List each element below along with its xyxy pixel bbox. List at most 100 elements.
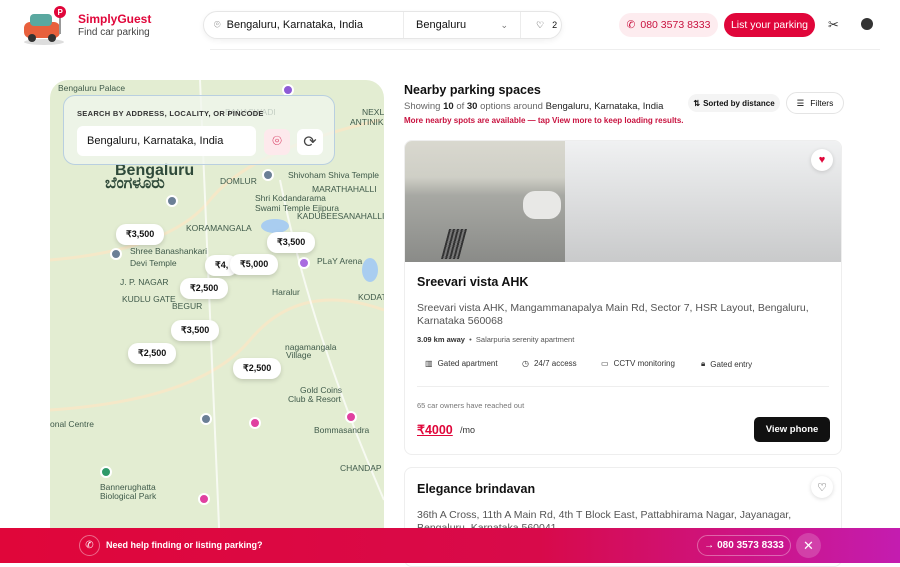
map-place-label: Bommasandra (314, 425, 370, 435)
phone-button[interactable]: ✆ 080 3573 8333 (619, 13, 718, 37)
price-marker[interactable]: ₹5,000 (230, 254, 279, 275)
phone-number: 080 3573 8333 (640, 19, 711, 31)
listing-title[interactable]: Elegance brindavan (417, 482, 535, 496)
price-marker[interactable]: ₹2,500 (233, 358, 282, 379)
feature-cctv: ▭ CCTV monitoring (601, 359, 675, 368)
listing-photo-placeholder (565, 141, 841, 262)
map-place-label: BEGUR (172, 301, 203, 311)
city-value: Bengaluru (416, 19, 467, 31)
map-place-label: KUDLU GATE (122, 294, 176, 304)
listing-photo[interactable] (405, 141, 565, 262)
filters-button[interactable]: ☰ Filters (786, 92, 844, 114)
price-period: /mo (460, 425, 476, 435)
clock-icon: ◷ (522, 359, 529, 368)
map-place-label: Village (286, 350, 312, 360)
header-divider (210, 49, 880, 50)
price-marker[interactable]: ₹2,500 (180, 278, 229, 299)
refresh-button[interactable]: ⟳ (297, 129, 323, 155)
help-bar: ✆ Need help finding or listing parking? … (0, 528, 900, 563)
parking-marker-icon[interactable] (345, 411, 357, 423)
building-icon: ▥ (425, 359, 433, 368)
header: P SimplyGuest Find car parking ⌾ Bengalur… (0, 0, 900, 50)
brand-name[interactable]: SimplyGuest (78, 12, 151, 26)
location-pin-icon: ⌾ (214, 18, 221, 31)
header-search: ⌾ Bengaluru, Karnataka, India Bengaluru ⌄ … (203, 11, 562, 39)
price-marker[interactable]: ₹2,500 (128, 343, 177, 364)
more-results-notice: More nearby spots are available — tap Vi… (404, 116, 684, 125)
view-phone-button[interactable]: View phone (754, 417, 830, 442)
results-title: Nearby parking spaces (404, 83, 541, 97)
lock-icon: 🔒︎ (701, 359, 706, 368)
brand-tagline: Find car parking (78, 27, 150, 38)
map-place-label: Biological Park (100, 491, 157, 501)
parking-marker-icon[interactable] (249, 417, 261, 429)
feature-gated-entry: 🔒︎ Gated entry (701, 359, 753, 369)
reach-count: 65 car owners have reached out (417, 401, 525, 410)
temple-marker-icon[interactable] (262, 169, 274, 181)
phone-icon: ✆ (79, 535, 100, 556)
map-place-label: J. P. NAGAR (120, 277, 169, 287)
heart-icon: ♡ (536, 19, 545, 30)
map-search-panel: SEARCH BY ADDRESS, LOCALITY, OR PINCODE … (63, 95, 335, 165)
map-place-label: PLaY Arena (317, 256, 363, 266)
locate-button[interactable]: ⌾ (264, 129, 290, 155)
location-input[interactable]: ⌾ Bengaluru, Karnataka, India (204, 12, 404, 38)
card-divider (417, 386, 829, 387)
favorite-button-heart-icon[interactable]: ♡ (811, 476, 833, 498)
sort-button[interactable]: ⇅ Sorted by distance (688, 94, 780, 112)
map-place-label: Bengaluru Palace (58, 83, 126, 93)
user-account-icon[interactable] (861, 18, 873, 30)
phone-icon: ✆ (626, 19, 636, 31)
listing-card[interactable]: ♥ Sreevari vista AHK Sreevari vista AHK,… (404, 140, 842, 455)
listing-price[interactable]: ₹4000 (417, 422, 453, 437)
location-value: Bengaluru, Karnataka, India (226, 19, 363, 31)
list-parking-button[interactable]: List your parking (724, 13, 815, 37)
map-place-label: Shri Kodandarama (255, 193, 326, 203)
arrow-right-icon: → (704, 540, 715, 551)
map-search-input[interactable]: Bengaluru, Karnataka, India (77, 126, 256, 156)
price-marker[interactable]: ₹3,500 (171, 320, 220, 341)
map[interactable]: Bengaluru PalaceBANASWADINEXLANTINIKETAB… (50, 80, 384, 550)
location-pin-icon: ⌾ (272, 133, 282, 150)
map-place-label: ANTINIKETA (350, 117, 384, 127)
sliders-icon: ☰ (796, 97, 805, 108)
map-place-label: Devi Temple (130, 258, 177, 268)
results-summary: Showing 10 of 30 options around Bengalur… (404, 101, 664, 112)
help-text: Need help finding or listing parking? (106, 540, 263, 550)
map-place-label: Club & Resort (288, 394, 341, 404)
city-select[interactable]: Bengaluru ⌄ (404, 12, 521, 38)
map-place-label: onal Centre (50, 419, 94, 429)
listing-title[interactable]: Sreevari vista AHK (417, 275, 528, 289)
parking-marker-icon[interactable] (198, 493, 210, 505)
favorites-count: 2 (552, 20, 558, 30)
refresh-icon: ⟳ (303, 134, 317, 151)
map-place-label: KORAMANGALA (186, 223, 252, 233)
map-place-label: Shivoham Shiva Temple (288, 170, 380, 180)
price-marker[interactable]: ₹3,500 (267, 232, 316, 253)
price-marker[interactable]: ₹3,500 (116, 224, 165, 245)
favorite-button-filled-heart-icon[interactable]: ♥ (811, 149, 833, 171)
arena-marker-icon[interactable] (298, 257, 310, 269)
map-place-label: NEXL (362, 107, 384, 117)
map-place-label: CHANDAP (340, 463, 382, 473)
map-place-label: KODAT (358, 292, 384, 302)
map-place-label: KADUBEESANAHALLI (297, 211, 384, 221)
feature-24-7-access: ◷ 24/7 access (522, 359, 577, 368)
car-logo-icon[interactable]: P (20, 4, 72, 46)
map-place-label: Haralur (272, 287, 300, 297)
park-marker-icon[interactable] (100, 466, 112, 478)
listing-address: Sreevari vista AHK, Mangammanapalya Main… (417, 302, 809, 328)
map-place-label: Shree Banashankari (130, 246, 208, 256)
temple-marker-icon[interactable] (166, 195, 178, 207)
temple-marker-icon[interactable] (110, 248, 122, 260)
close-icon[interactable]: ✕ (796, 533, 821, 558)
help-call-button[interactable]: → 080 3573 8333 (697, 535, 791, 556)
svg-text:P: P (58, 8, 64, 17)
favorites-button[interactable]: ♡ 2 (521, 20, 557, 31)
feature-gated-apartment: ▥ Gated apartment (425, 359, 498, 368)
camera-icon: ▭ (601, 359, 609, 368)
tools-icon[interactable]: ✂ (828, 17, 839, 33)
building-marker-icon[interactable] (200, 413, 212, 425)
map-search-title: SEARCH BY ADDRESS, LOCALITY, OR PINCODE (77, 109, 264, 118)
map-place-label: ಬೆಂಗಳೂರು (105, 175, 165, 192)
